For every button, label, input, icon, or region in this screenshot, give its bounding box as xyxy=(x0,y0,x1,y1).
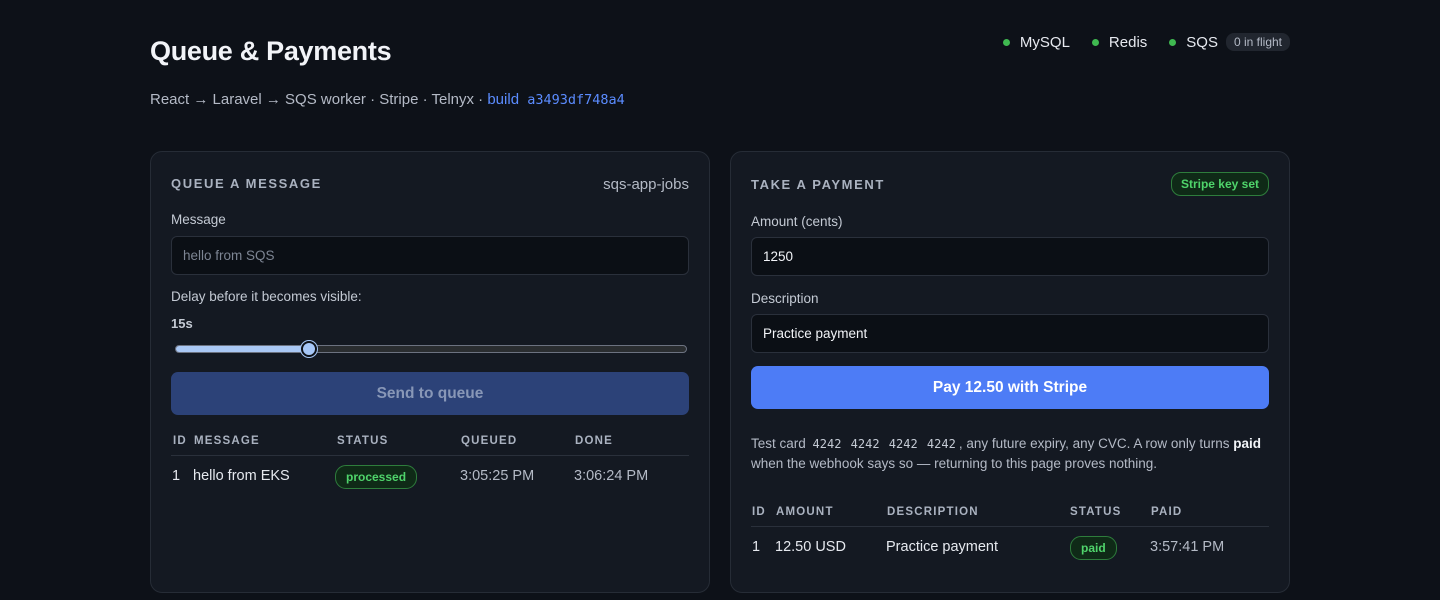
payments-table: ID AMOUNT DESCRIPTION STATUS PAID 1 12.5… xyxy=(751,501,1269,567)
job-done-time: 3:06:24 PM xyxy=(574,468,649,484)
payment-description: Practice payment xyxy=(886,539,999,555)
status-badge: paid xyxy=(1070,536,1117,560)
status-dot-icon xyxy=(1091,38,1099,46)
payment-id: 1 xyxy=(752,539,761,555)
column-header: AMOUNT xyxy=(776,506,834,518)
note-prefix: Test card xyxy=(751,436,806,451)
amount-label: Amount (cents) xyxy=(751,214,843,229)
description-input[interactable] xyxy=(751,314,1269,353)
column-header: QUEUED xyxy=(461,435,518,447)
message-label: Message xyxy=(171,212,226,227)
job-queued-time: 3:05:25 PM xyxy=(460,468,535,484)
service-name: MySQL xyxy=(1019,33,1070,51)
column-header: MESSAGE xyxy=(194,435,260,447)
table-row: 1 hello from EKS processed 3:05:25 PM 3:… xyxy=(171,456,689,496)
page-subtitle: React → Laravel → SQS worker · Stripe · … xyxy=(150,91,625,108)
description-label: Description xyxy=(751,291,819,306)
table-header: ID AMOUNT DESCRIPTION STATUS PAID xyxy=(751,501,1269,527)
column-header: STATUS xyxy=(337,435,389,447)
payment-amount: 12.50 USD xyxy=(775,539,846,555)
status-dot-icon xyxy=(1169,38,1177,46)
card-title: QUEUE A MESSAGE xyxy=(171,176,322,191)
status-badge: processed xyxy=(335,465,418,489)
build-label: build xyxy=(487,91,520,108)
test-card-note: Test card 4242 4242 4242 4242, any futur… xyxy=(751,434,1271,474)
note-suffix: when the webhook says so — returning to … xyxy=(751,456,1157,471)
service-sqs: SQS 0 in flight xyxy=(1169,33,1290,51)
column-header: ID xyxy=(173,435,187,447)
amount-input[interactable] xyxy=(751,237,1269,276)
service-mysql: MySQL xyxy=(1002,33,1070,51)
job-id: 1 xyxy=(172,468,181,484)
status-dot-icon xyxy=(1002,38,1010,46)
delay-label: Delay before it becomes visible: xyxy=(171,289,362,304)
service-redis: Redis xyxy=(1091,33,1148,51)
job-message: hello from EKS xyxy=(193,468,290,484)
card-title: TAKE A PAYMENT xyxy=(751,177,885,192)
slider-thumb[interactable] xyxy=(300,341,317,357)
note-bold: paid xyxy=(1233,436,1261,451)
table-header: ID MESSAGE STATUS QUEUED DONE xyxy=(171,430,689,456)
column-header: STATUS xyxy=(1070,506,1122,518)
pay-with-stripe-button[interactable]: Pay 12.50 with Stripe xyxy=(751,366,1269,409)
service-name: SQS xyxy=(1186,33,1218,51)
message-input[interactable] xyxy=(171,236,689,275)
queue-name: sqs-app-jobs xyxy=(603,176,689,193)
table-row: 1 12.50 USD Practice payment paid 3:57:4… xyxy=(751,527,1269,567)
payment-paid-time: 3:57:41 PM xyxy=(1150,539,1225,555)
note-middle: , any future expiry, any CVC. A row only… xyxy=(958,436,1230,451)
delay-slider[interactable] xyxy=(175,341,687,357)
page-title: Queue & Payments xyxy=(150,36,392,66)
service-status-bar: MySQL Redis SQS 0 in flight xyxy=(1002,33,1290,51)
column-header: DONE xyxy=(575,435,614,447)
test-card-number: 4242 4242 4242 4242 xyxy=(812,437,956,451)
delay-value: 15s xyxy=(171,316,193,331)
take-payment-card: TAKE A PAYMENT Stripe key set Amount (ce… xyxy=(730,151,1290,593)
column-header: ID xyxy=(752,506,766,518)
build-hash: a3493df748a4 xyxy=(527,92,625,108)
queue-message-card: QUEUE A MESSAGE sqs-app-jobs Message Del… xyxy=(150,151,710,593)
column-header: DESCRIPTION xyxy=(887,506,979,518)
column-header: PAID xyxy=(1151,506,1183,518)
stripe-key-badge: Stripe key set xyxy=(1170,172,1269,196)
in-flight-badge: 0 in flight xyxy=(1225,33,1290,51)
send-to-queue-button[interactable]: Send to queue xyxy=(171,372,689,415)
slider-fill xyxy=(176,346,309,352)
queue-jobs-table: ID MESSAGE STATUS QUEUED DONE 1 hello fr… xyxy=(171,430,689,496)
service-name: Redis xyxy=(1108,33,1148,51)
stack-description: React → Laravel → SQS worker · Stripe · … xyxy=(150,91,484,108)
